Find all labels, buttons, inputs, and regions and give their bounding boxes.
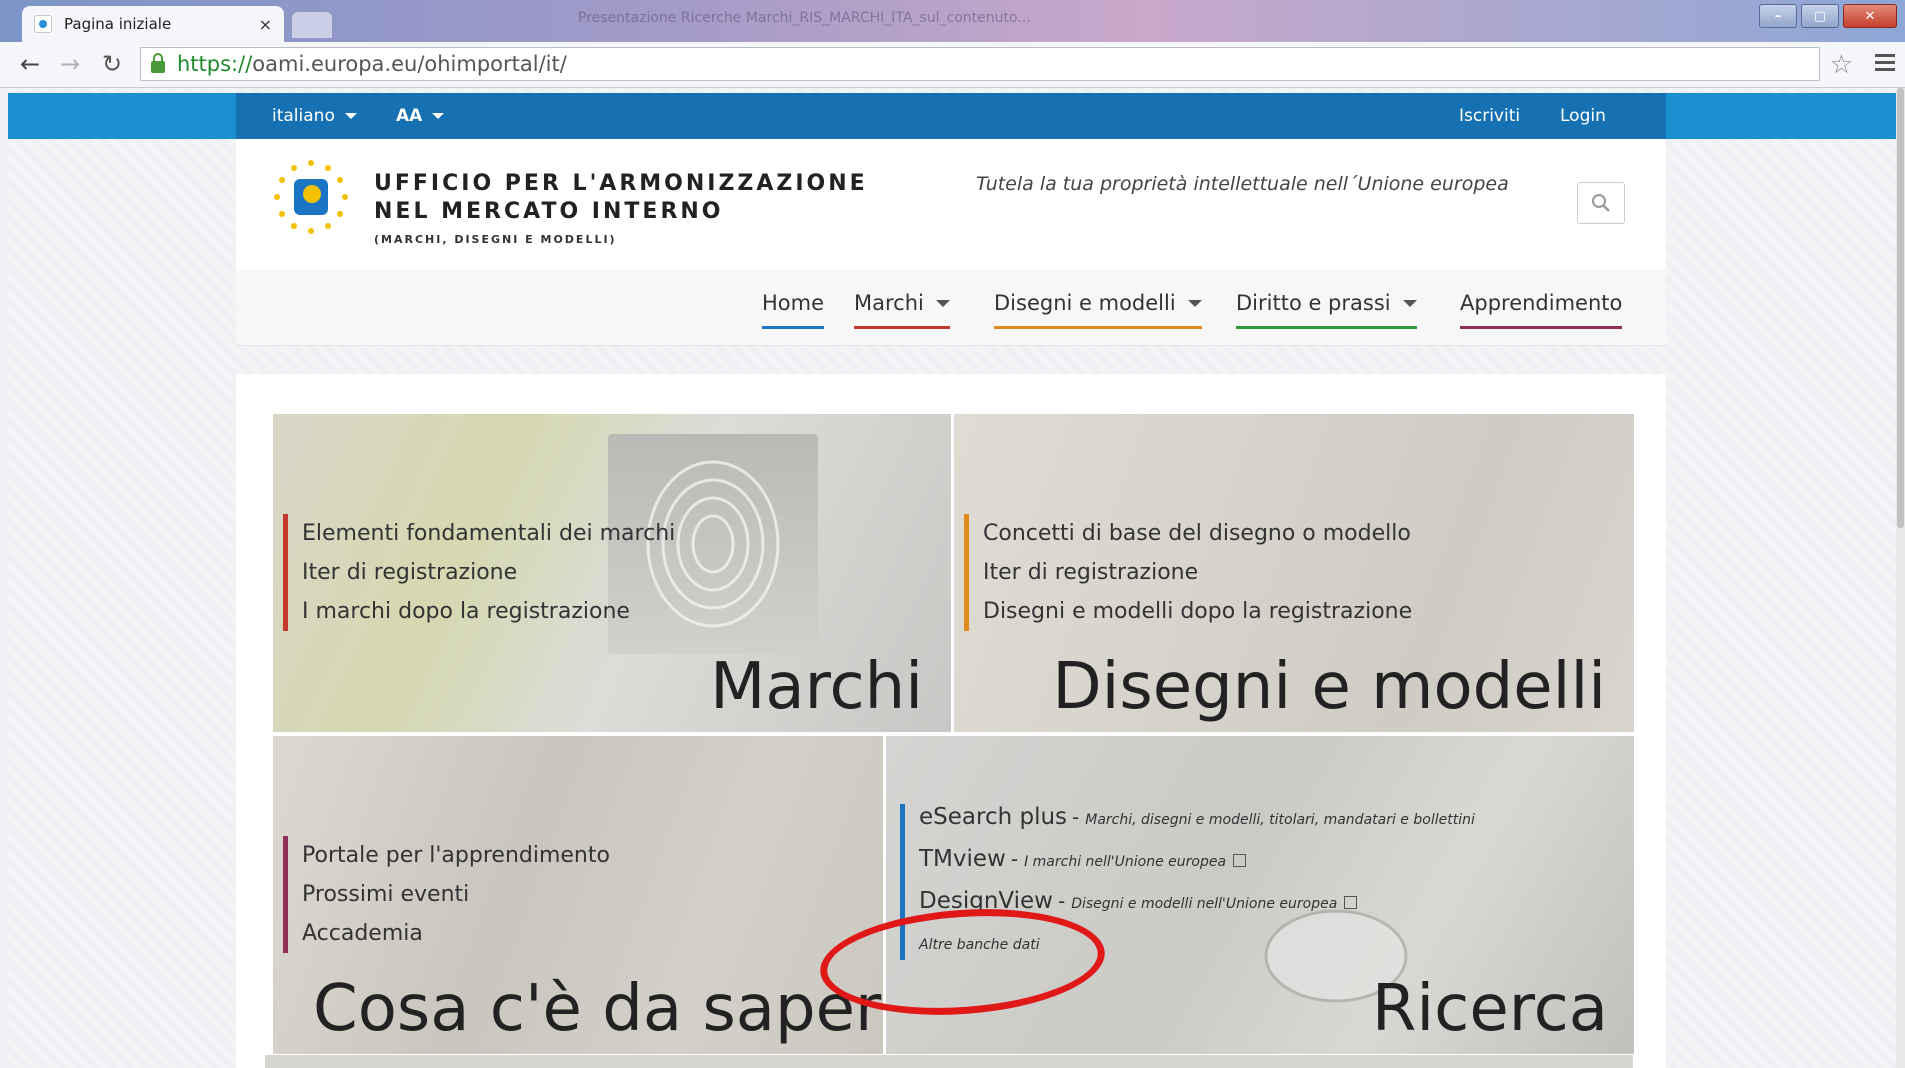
designview-sep: -	[1058, 889, 1066, 913]
esearch-link[interactable]: eSearch plus	[919, 804, 1067, 830]
search-icon	[1592, 194, 1610, 212]
nav-apprendimento[interactable]: Apprendimento	[1460, 291, 1623, 329]
forward-arrow-icon[interactable]: →	[56, 50, 84, 78]
tile-title-disegni[interactable]: Disegni e modelli	[1052, 650, 1606, 724]
tab-title: Pagina iniziale	[64, 15, 172, 33]
tmview-link[interactable]: TMview	[919, 846, 1006, 872]
address-bar[interactable]: https://oami.europa.eu/ohimportal/it/	[140, 47, 1820, 81]
chevron-down-icon	[1402, 300, 1417, 307]
nav-home[interactable]: Home	[762, 291, 825, 329]
cosa-link-portale[interactable]: Portale per l'apprendimento	[302, 836, 610, 875]
font-size-selector[interactable]: AA	[396, 93, 445, 139]
maximize-button[interactable]: ▢	[1801, 4, 1839, 28]
utility-bar: italiano AA Iscriviti Login	[236, 93, 1666, 139]
nav-diritto-prassi[interactable]: Diritto e prassi	[1236, 291, 1417, 329]
search-button[interactable]	[1577, 182, 1625, 224]
ricerca-item-tmview[interactable]: TMview - I marchi nell'Unione europea	[919, 846, 1475, 888]
chevron-down-icon	[1187, 300, 1202, 307]
marchi-link-iter[interactable]: Iter di registrazione	[302, 553, 675, 592]
chevron-down-icon	[432, 113, 445, 119]
chevron-down-icon	[935, 300, 950, 307]
browser-titlebar: Pagina iniziale × Presentazione Ricerche…	[0, 0, 1905, 42]
bookmark-star-icon[interactable]: ☆	[1830, 50, 1853, 80]
site-tagline: Tutela la tua proprietà intellettuale ne…	[976, 173, 1509, 195]
nav-marchi[interactable]: Marchi	[854, 291, 950, 329]
login-link[interactable]: Login	[1560, 93, 1606, 139]
next-row-tiles	[265, 1055, 1633, 1068]
disegni-links: Concetti di base del disegno o modello I…	[964, 514, 1412, 631]
window-title: Presentazione Ricerche Marchi_RIS_MARCHI…	[578, 10, 1031, 26]
url-scheme: https://	[177, 52, 253, 76]
back-arrow-icon[interactable]: ←	[16, 50, 44, 78]
euipo-logo-icon[interactable]	[271, 157, 351, 237]
marchi-link-dopo[interactable]: I marchi dopo la registrazione	[302, 592, 675, 631]
external-link-icon	[1233, 854, 1247, 867]
marchi-link-fondamentali[interactable]: Elementi fondamentali dei marchi	[302, 514, 675, 553]
esearch-desc: Marchi, disegni e modelli, titolari, man…	[1085, 812, 1475, 828]
tmview-desc: I marchi nell'Unione europea	[1024, 854, 1227, 870]
nav-disegni-label: Disegni e modelli	[994, 291, 1176, 315]
site-header: UFFICIO PER L'ARMONIZZAZIONE NEL MERCATO…	[236, 139, 1666, 269]
marchi-links: Elementi fondamentali dei marchi Iter di…	[283, 514, 675, 631]
disegni-link-iter[interactable]: Iter di registrazione	[983, 553, 1412, 592]
disegni-link-concetti[interactable]: Concetti di base del disegno o modello	[983, 514, 1412, 553]
nav-marchi-label: Marchi	[854, 291, 924, 315]
tmview-sep: -	[1010, 847, 1019, 871]
tile-title-marchi[interactable]: Marchi	[710, 650, 923, 724]
reload-icon[interactable]: ↻	[98, 50, 126, 78]
ricerca-item-esearch[interactable]: eSearch plus - Marchi, disegni e modelli…	[919, 804, 1475, 846]
tile-title-cosa[interactable]: Cosa c'è da sapere	[313, 972, 883, 1046]
tile-cosa-ce-da-sapere[interactable]: Portale per l'apprendimento Prossimi eve…	[273, 736, 883, 1054]
browser-toolbar: ← → ↻ https://oami.europa.eu/ohimportal/…	[0, 42, 1905, 88]
cosa-link-eventi[interactable]: Prossimi eventi	[302, 875, 610, 914]
nav-diritto-label: Diritto e prassi	[1236, 291, 1391, 315]
cosa-links: Portale per l'apprendimento Prossimi eve…	[283, 836, 610, 953]
page-scrollbar[interactable]	[1896, 88, 1905, 1068]
font-size-label: AA	[396, 106, 423, 126]
scrollbar-thumb[interactable]	[1897, 88, 1904, 528]
org-name-line1: UFFICIO PER L'ARMONIZZAZIONE	[374, 171, 868, 196]
nav-apprendimento-label: Apprendimento	[1460, 291, 1623, 315]
nav-disegni-modelli[interactable]: Disegni e modelli	[994, 291, 1202, 329]
tab-close-icon[interactable]: ×	[259, 15, 272, 34]
esearch-sep: -	[1072, 805, 1080, 829]
language-label: italiano	[272, 106, 335, 126]
lock-icon	[151, 53, 165, 73]
site-favicon-icon	[34, 15, 52, 33]
browser-menu-icon[interactable]	[1875, 54, 1895, 75]
close-window-button[interactable]: ✕	[1843, 4, 1897, 28]
main-navigation: Home Marchi Disegni e modelli Diritto e …	[236, 269, 1666, 346]
tile-marchi[interactable]: Elementi fondamentali dei marchi Iter di…	[273, 414, 951, 732]
nav-home-label: Home	[762, 291, 825, 315]
register-link[interactable]: Iscriviti	[1459, 93, 1520, 139]
url-path: oami.europa.eu/ohimportal/it/	[252, 52, 567, 76]
language-selector[interactable]: italiano	[272, 93, 357, 139]
org-name-line2: NEL MERCATO INTERNO	[374, 199, 724, 224]
disegni-link-dopo[interactable]: Disegni e modelli dopo la registrazione	[983, 592, 1412, 631]
cosa-link-accademia[interactable]: Accademia	[302, 914, 610, 953]
chevron-down-icon	[344, 113, 357, 119]
new-tab-button[interactable]	[292, 12, 332, 38]
browser-tab[interactable]: Pagina iniziale ×	[22, 6, 284, 42]
tile-disegni-modelli[interactable]: Concetti di base del disegno o modello I…	[954, 414, 1634, 732]
minimize-button[interactable]: –	[1759, 4, 1797, 28]
tile-title-ricerca[interactable]: Ricerca	[1372, 972, 1608, 1046]
org-name-line3: (MARCHI, DISEGNI E MODELLI)	[374, 233, 617, 246]
